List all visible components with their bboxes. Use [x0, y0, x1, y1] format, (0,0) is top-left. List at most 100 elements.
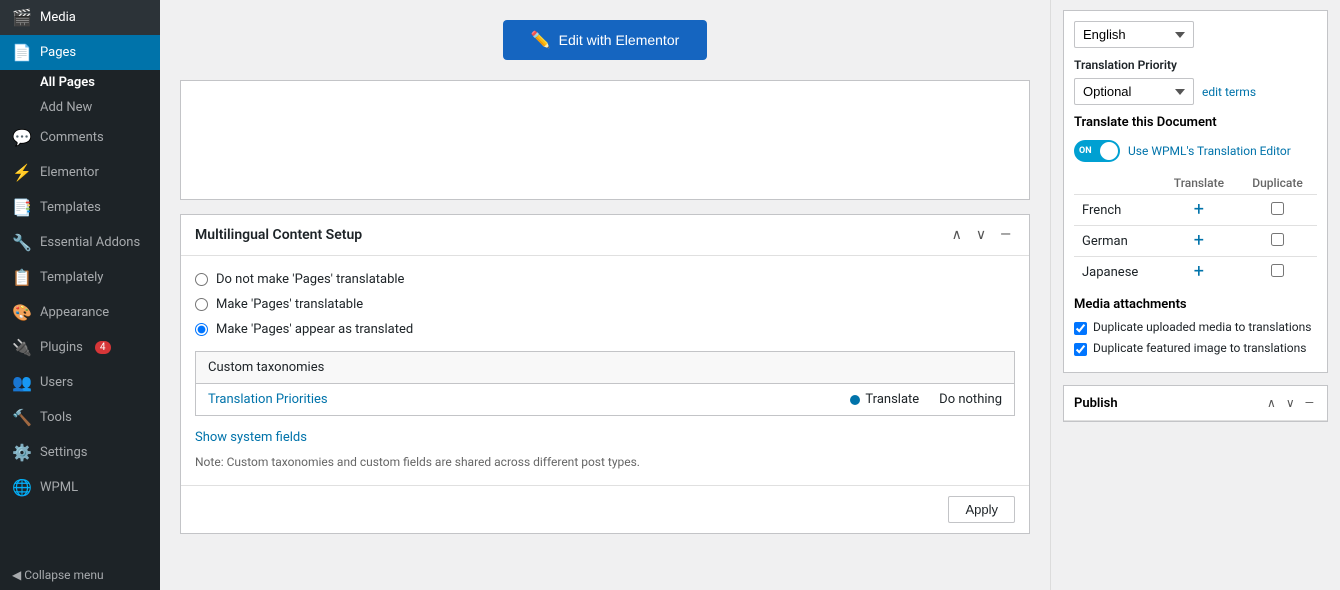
sidebar-sub-add-new[interactable]: Add New [0, 95, 160, 120]
language-select[interactable]: English French German Japanese [1074, 21, 1194, 48]
radio-appear-translated[interactable] [195, 323, 208, 336]
taxonomy-row: Translation Priorities Translate Do noth… [196, 384, 1014, 415]
option-translatable[interactable]: Make 'Pages' translatable [195, 297, 1015, 312]
sidebar-item-essential-addons[interactable]: 🔧 Essential Addons [0, 225, 160, 260]
sidebar-sub-all-pages[interactable]: All Pages [0, 70, 160, 95]
edit-elementor-wrap: ✏️ Edit with Elementor [180, 10, 1030, 80]
german-duplicate-checkbox[interactable] [1271, 233, 1284, 246]
right-panel: English French German Japanese Translati… [1050, 0, 1340, 590]
white-area [180, 80, 1030, 200]
sidebar-item-comments[interactable]: 💬 Comments [0, 120, 160, 155]
translation-priority-label: Translation Priority [1074, 58, 1317, 72]
french-duplicate-checkbox[interactable] [1271, 202, 1284, 215]
duplicate-media-checkbox[interactable] [1074, 322, 1087, 335]
sidebar-item-media[interactable]: 🎬 Media [0, 0, 160, 35]
radio-translatable[interactable] [195, 298, 208, 311]
translate-dot [850, 395, 860, 405]
sidebar-item-elementor[interactable]: ⚡ Elementor [0, 155, 160, 190]
taxonomy-name: Translation Priorities [208, 392, 328, 407]
publish-controls: ∧ ∨ — [1264, 394, 1317, 412]
sidebar: 🎬 Media 📄 Pages All Pages Add New 💬 Comm… [0, 0, 160, 590]
language-section: English French German Japanese Translati… [1063, 10, 1328, 373]
multilingual-title: Multilingual Content Setup [195, 227, 362, 243]
pages-icon: 📄 [12, 43, 32, 62]
translate-doc-label: Translate this Document [1074, 115, 1317, 130]
translation-priority-section: Translation Priority Optional High Low e… [1074, 58, 1317, 105]
users-icon: 👥 [12, 373, 32, 392]
apply-button[interactable]: Apply [948, 496, 1015, 523]
radio-not-translatable[interactable] [195, 273, 208, 286]
sidebar-item-settings[interactable]: ⚙️ Settings [0, 435, 160, 470]
language-select-wrap: English French German Japanese [1074, 21, 1317, 48]
taxonomies-header: Custom taxonomies [196, 352, 1014, 384]
taxonomy-options: Translate Do nothing [850, 392, 1002, 407]
japanese-label: Japanese [1074, 257, 1160, 288]
french-translate-btn[interactable]: + [1194, 199, 1204, 220]
option-appear-translated[interactable]: Make 'Pages' appear as translated [195, 322, 1015, 337]
multilingual-box: Multilingual Content Setup ∧ ∨ — Do not … [180, 214, 1030, 534]
multilingual-footer: Apply [181, 485, 1029, 533]
sidebar-item-users[interactable]: 👥 Users [0, 365, 160, 400]
sidebar-item-pages[interactable]: 📄 Pages [0, 35, 160, 70]
edit-terms-link[interactable]: edit terms [1202, 85, 1256, 99]
german-translate-btn[interactable]: + [1194, 230, 1204, 251]
main-content: ✏️ Edit with Elementor Multilingual Cont… [160, 0, 1050, 590]
elementor-icon: ⚡ [12, 163, 32, 182]
translate-radio[interactable]: Translate [850, 392, 919, 407]
sidebar-item-wpml[interactable]: 🌐 WPML [0, 470, 160, 505]
table-row: Japanese + [1074, 257, 1317, 288]
templates-icon: 📑 [12, 198, 32, 217]
show-system-fields-link[interactable]: Show system fields [195, 430, 307, 445]
sidebar-item-tools[interactable]: 🔨 Tools [0, 400, 160, 435]
translate-col-header: Translate [1160, 172, 1238, 195]
media-attachments-label: Media attachments [1074, 297, 1317, 312]
publish-section: Publish ∧ ∨ — [1063, 385, 1328, 422]
essential-addons-icon: 🔧 [12, 233, 32, 252]
priority-row: Optional High Low edit terms [1074, 78, 1317, 105]
toggle-on-label: ON [1074, 146, 1092, 156]
collapse-up-btn[interactable]: ∧ [948, 225, 966, 245]
wpml-icon: 🌐 [12, 478, 32, 497]
taxonomies-box: Custom taxonomies Translation Priorities… [195, 351, 1015, 416]
plugins-icon: 🔌 [12, 338, 32, 357]
priority-select[interactable]: Optional High Low [1074, 78, 1194, 105]
elementor-btn-icon: ✏️ [531, 30, 551, 50]
collapse-down-btn[interactable]: ∨ [972, 225, 990, 245]
edit-elementor-button[interactable]: ✏️ Edit with Elementor [503, 20, 708, 60]
sidebar-item-appearance[interactable]: 🎨 Appearance [0, 295, 160, 330]
templately-icon: 📋 [12, 268, 32, 287]
close-section-btn[interactable]: — [996, 225, 1015, 245]
sidebar-item-templately[interactable]: 📋 Templately [0, 260, 160, 295]
toggle-row: ON Use WPML's Translation Editor [1074, 140, 1317, 162]
sidebar-item-templates[interactable]: 📑 Templates [0, 190, 160, 225]
do-nothing-radio[interactable]: Do nothing [939, 392, 1002, 407]
publish-up-btn[interactable]: ∧ [1264, 394, 1279, 412]
multilingual-header: Multilingual Content Setup ∧ ∨ — [181, 215, 1029, 256]
language-panel-body: English French German Japanese Translati… [1064, 11, 1327, 372]
french-label: French [1074, 195, 1160, 226]
duplicate-featured-checkbox[interactable] [1074, 343, 1087, 356]
collapse-arrow-icon: ◀ [12, 568, 21, 582]
settings-icon: ⚙️ [12, 443, 32, 462]
multilingual-body: Do not make 'Pages' translatable Make 'P… [181, 256, 1029, 485]
japanese-translate-btn[interactable]: + [1194, 261, 1204, 282]
lang-col-header [1074, 172, 1160, 195]
wpml-toggle[interactable]: ON [1074, 140, 1120, 162]
publish-close-btn[interactable]: — [1302, 394, 1317, 412]
sidebar-item-plugins[interactable]: 🔌 Plugins 4 [0, 330, 160, 365]
plugins-badge: 4 [95, 341, 111, 354]
translation-table: Translate Duplicate French + German + [1074, 172, 1317, 287]
publish-down-btn[interactable]: ∨ [1283, 394, 1298, 412]
publish-title: Publish [1074, 396, 1118, 411]
duplicate-col-header: Duplicate [1238, 172, 1317, 195]
japanese-duplicate-checkbox[interactable] [1271, 264, 1284, 277]
german-label: German [1074, 226, 1160, 257]
collapse-menu[interactable]: ◀ Collapse menu [0, 560, 160, 590]
media-checkbox-row-2: Duplicate featured image to translations [1074, 341, 1317, 356]
note-text: Note: Custom taxonomies and custom field… [195, 455, 1015, 469]
appearance-icon: 🎨 [12, 303, 32, 322]
option-not-translatable[interactable]: Do not make 'Pages' translatable [195, 272, 1015, 287]
table-row: French + [1074, 195, 1317, 226]
media-icon: 🎬 [12, 8, 32, 27]
tools-icon: 🔨 [12, 408, 32, 427]
